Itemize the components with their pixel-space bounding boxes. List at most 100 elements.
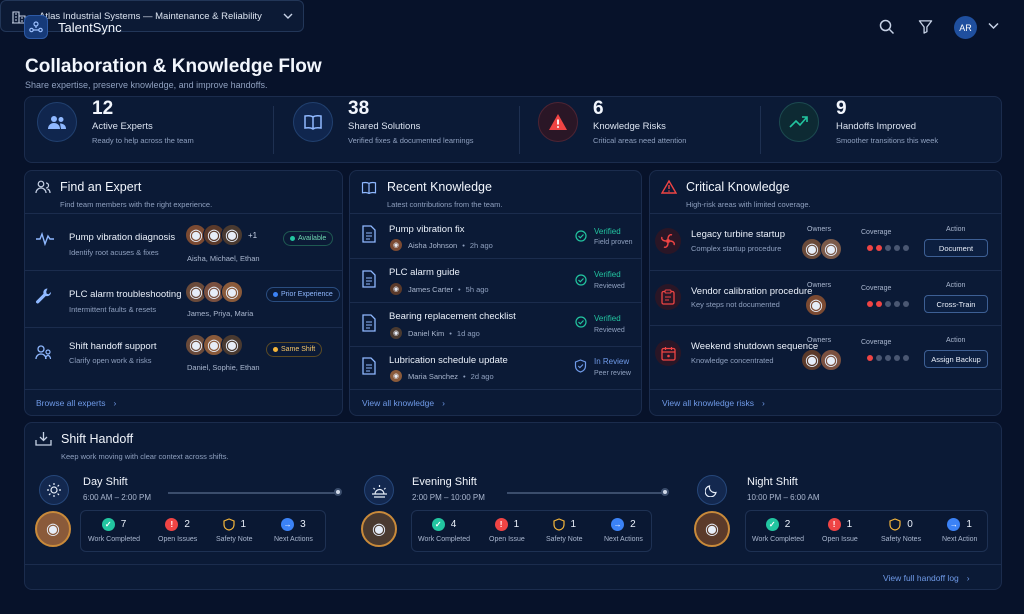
app-logo[interactable]	[24, 15, 48, 39]
download-tray-icon	[35, 432, 52, 446]
coverage-dot	[885, 301, 891, 307]
coverage-dot	[903, 245, 909, 251]
critical-item[interactable]: Legacy turbine startup Complex startup p…	[650, 214, 1001, 270]
app-name: TalentSync	[58, 20, 122, 35]
user-avatar[interactable]: AR	[954, 16, 977, 39]
cross-train-button[interactable]: Cross-Train	[924, 295, 988, 313]
avatar: ◉	[805, 294, 827, 316]
knowledge-item[interactable]: Pump vibration fix ◉ Aisha Johnson • 2h ago…	[350, 214, 641, 258]
user-group-icon	[35, 180, 51, 194]
status-badge: Prior Experience	[266, 287, 340, 302]
status-badge: Available	[283, 231, 334, 246]
check-circle-icon	[575, 316, 587, 328]
coverage-dot	[903, 301, 909, 307]
metric-safety-note: 1 Safety Note	[546, 518, 583, 543]
stat-shared-solutions[interactable]: 38 Shared Solutions Verified fixes & docum…	[293, 99, 474, 145]
expert-item[interactable]: Pump vibration diagnosis Identify root a…	[25, 214, 342, 270]
expert-item[interactable]: Shift handoff support Clarify open work …	[25, 328, 342, 384]
coverage-meter	[867, 355, 912, 361]
avatar: ◉	[361, 511, 397, 547]
document-icon	[362, 314, 376, 332]
shield-icon	[222, 518, 235, 531]
arrow-right-icon: →	[947, 518, 961, 531]
coverage-dot	[867, 301, 873, 307]
page-subtitle: Share expertise, preserve knowledge, and…	[25, 80, 268, 90]
stat-handoffs-improved[interactable]: 9 Handoffs Improved Smoother transitions t…	[779, 99, 938, 145]
arrow-right-icon: →	[281, 518, 295, 531]
team-icon	[37, 102, 77, 142]
stat-knowledge-risks[interactable]: 6 Knowledge Risks Critical areas need atte…	[538, 99, 686, 145]
metric-next-actions: → 3 Next Actions	[274, 518, 313, 543]
find-expert-header: Find an Expert	[35, 180, 141, 194]
sunset-icon	[364, 475, 394, 505]
view-handoff-log-link[interactable]: View full handoff log ›	[883, 573, 970, 583]
check-icon: ✓	[431, 518, 445, 531]
knowledge-item[interactable]: PLC alarm guide ◉ James Carter • 5h ago Ver…	[350, 259, 641, 302]
avatar: ◉	[221, 334, 243, 356]
calendar-icon	[655, 340, 681, 366]
metric-work-completed: ✓ 7 Work Completed	[88, 518, 141, 543]
knowledge-item[interactable]: Lubrication schedule update ◉ Maria Sanch…	[350, 347, 641, 390]
alert-icon: !	[827, 518, 841, 531]
assign-backup-button[interactable]: Assign Backup	[924, 350, 988, 368]
coverage-meter	[867, 245, 912, 251]
document-button[interactable]: Document	[924, 239, 988, 257]
critical-item[interactable]: Weekend shutdown sequence Knowledge conc…	[650, 326, 1001, 382]
alert-icon: !	[165, 518, 179, 531]
coverage-dot	[876, 355, 882, 361]
avatar: ◉	[389, 282, 403, 296]
metric-next-action: → 1 Next Action	[942, 518, 978, 543]
chevron-down-icon[interactable]	[988, 22, 999, 30]
knowledge-item[interactable]: Bearing replacement checklist ◉ Daniel Ki…	[350, 303, 641, 346]
filter-icon[interactable]	[918, 19, 933, 34]
wrench-icon	[35, 287, 53, 305]
coverage-dot	[876, 301, 882, 307]
coverage-dot	[867, 245, 873, 251]
book-icon	[361, 181, 377, 194]
warning-icon	[538, 102, 578, 142]
avatar: ◉	[820, 349, 842, 371]
expert-avatars: ◉ ◉ ◉ +1	[185, 224, 257, 246]
trend-up-icon	[779, 102, 819, 142]
coverage-dot	[885, 355, 891, 361]
avatar: ◉	[389, 326, 403, 340]
pulse-icon	[35, 232, 55, 246]
chevron-down-icon	[283, 13, 293, 19]
coverage-dot	[894, 301, 900, 307]
critical-item[interactable]: Vendor calibration procedure Key steps n…	[650, 271, 1001, 325]
document-icon	[362, 357, 376, 375]
avatar: ◉	[389, 238, 403, 252]
stat-active-experts[interactable]: 12 Active Experts Ready to help across the…	[37, 99, 194, 145]
shift-handoff-header: Shift Handoff	[35, 431, 133, 446]
document-icon	[362, 225, 376, 243]
clipboard-icon	[655, 284, 681, 310]
users-icon	[35, 344, 53, 360]
coverage-dot	[894, 355, 900, 361]
avatar: ◉	[820, 238, 842, 260]
arrow-right-icon: →	[611, 518, 625, 531]
browse-experts-link[interactable]: Browse all experts ›	[36, 398, 116, 408]
metric-open-issues: ! 2 Open Issues	[158, 518, 198, 543]
metric-safety-notes: 0 Safety Notes	[881, 518, 922, 543]
expert-avatars: ◉ ◉ ◉	[185, 334, 243, 356]
check-circle-icon	[575, 230, 587, 242]
shield-icon	[574, 359, 587, 373]
metric-open-issue: ! 1 Open Issue	[822, 518, 858, 543]
view-all-risks-link[interactable]: View all knowledge risks ›	[662, 398, 765, 408]
coverage-dot	[894, 245, 900, 251]
avatar: ◉	[221, 224, 243, 246]
view-all-knowledge-link[interactable]: View all knowledge ›	[362, 398, 445, 408]
coverage-dot	[903, 355, 909, 361]
coverage-meter	[867, 301, 912, 307]
avatar: ◉	[389, 369, 403, 383]
search-icon[interactable]	[879, 19, 895, 35]
metric-safety-note: 1 Safety Note	[216, 518, 253, 543]
expert-avatars: ◉ ◉ ◉	[185, 281, 243, 303]
expert-item[interactable]: PLC alarm troubleshooting Intermittent f…	[25, 271, 342, 327]
metric-work-completed: ✓ 2 Work Completed	[752, 518, 805, 543]
shield-icon	[552, 518, 565, 531]
team-logo-icon	[29, 21, 43, 33]
shield-icon	[889, 518, 901, 531]
coverage-dot	[867, 355, 873, 361]
owner-avatars: ◉ ◉	[801, 238, 842, 260]
